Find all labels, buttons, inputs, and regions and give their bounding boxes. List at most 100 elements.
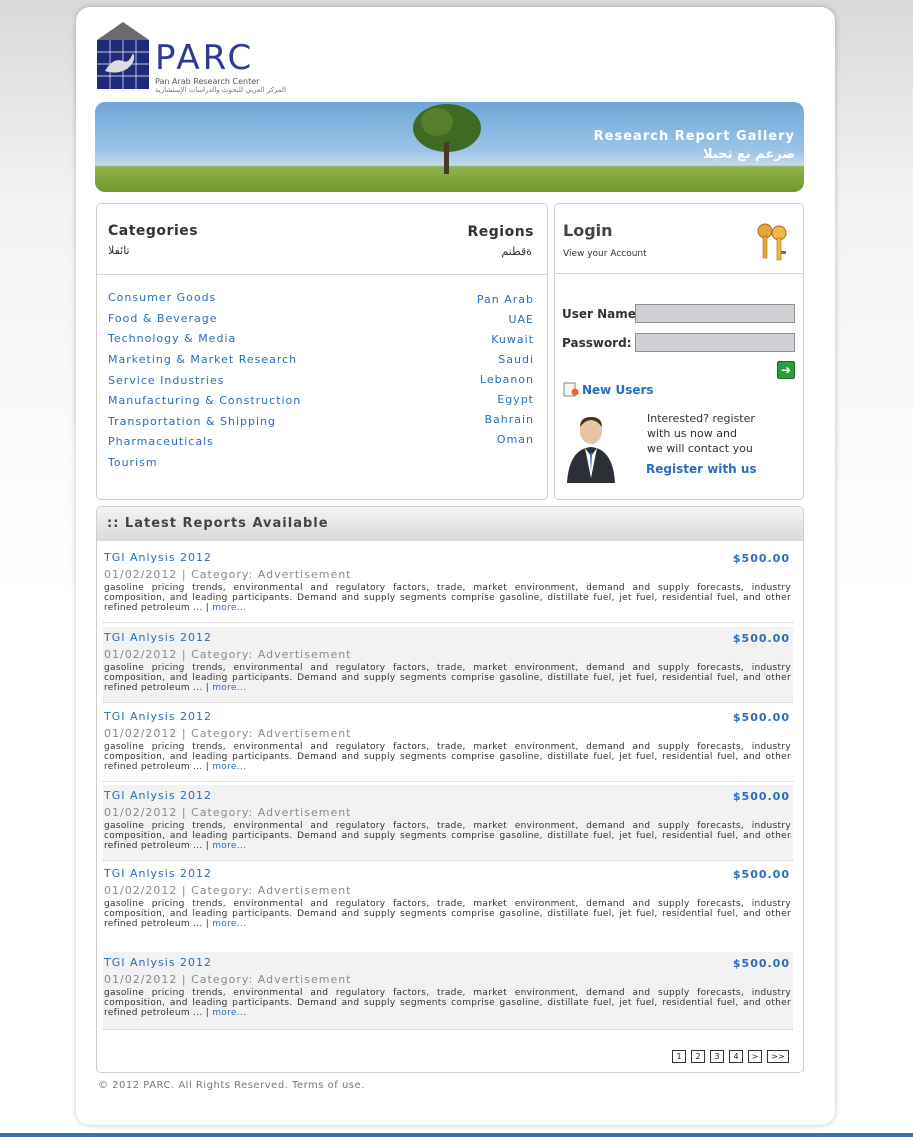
region-oman[interactable]: Oman bbox=[497, 433, 534, 446]
logo-subtitle-arabic: المركز العربي للبحوث والدراسات الإستشاري… bbox=[155, 86, 286, 94]
category-tourism[interactable]: Tourism bbox=[108, 456, 158, 469]
password-label: Password: bbox=[562, 336, 632, 350]
username-input[interactable] bbox=[635, 304, 795, 323]
report-meta: 01/02/2012 | Category: Advertisement bbox=[104, 973, 352, 986]
report-item: TGI Anlysis 2012 $500.00 01/02/2012 | Ca… bbox=[103, 547, 793, 623]
report-title-link[interactable]: TGI Anlysis 2012 bbox=[104, 789, 212, 802]
report-description: gasoline pricing trends, environmental a… bbox=[104, 988, 791, 1018]
report-meta: 01/02/2012 | Category: Advertisement bbox=[104, 884, 352, 897]
report-more-link[interactable]: more... bbox=[212, 1008, 246, 1018]
report-meta: 01/02/2012 | Category: Advertisement bbox=[104, 648, 352, 661]
category-pharmaceuticals[interactable]: Pharmaceuticals bbox=[108, 435, 214, 448]
report-more-link[interactable]: more... bbox=[212, 919, 246, 929]
bottom-accent-bar bbox=[0, 1133, 913, 1137]
region-pan-arab[interactable]: Pan Arab bbox=[477, 293, 534, 306]
logo-wordmark: PARC bbox=[155, 38, 255, 78]
pagination: 1 2 3 4 > >> bbox=[672, 1050, 792, 1063]
report-item: TGI Anlysis 2012 $500.00 01/02/2012 | Ca… bbox=[103, 952, 793, 1030]
keys-icon bbox=[757, 223, 787, 261]
page-4-button[interactable]: 4 bbox=[729, 1050, 743, 1063]
report-price: $500.00 bbox=[732, 790, 790, 803]
report-description-text: gasoline pricing trends, environmental a… bbox=[104, 899, 791, 929]
categories-heading-arabic: تائفلا bbox=[108, 244, 130, 257]
report-price: $500.00 bbox=[732, 711, 790, 724]
report-item: TGI Anlysis 2012 $500.00 01/02/2012 | Ca… bbox=[103, 627, 793, 703]
parc-logo[interactable]: PARC Pan Arab Research Center المركز الع… bbox=[95, 21, 286, 94]
password-input[interactable] bbox=[635, 333, 795, 352]
report-title-link[interactable]: TGI Anlysis 2012 bbox=[104, 710, 212, 723]
logo-subtitle: Pan Arab Research Center bbox=[155, 77, 260, 86]
region-lebanon[interactable]: Lebanon bbox=[480, 373, 534, 386]
logo-house-map-icon bbox=[97, 22, 149, 89]
report-more-link[interactable]: more... bbox=[212, 841, 246, 851]
category-transportation-shipping[interactable]: Transportation & Shipping bbox=[108, 415, 276, 428]
report-meta: 01/02/2012 | Category: Advertisement bbox=[104, 806, 352, 819]
report-item: TGI Anlysis 2012 $500.00 01/02/2012 | Ca… bbox=[103, 863, 793, 953]
report-price: $500.00 bbox=[732, 957, 790, 970]
categories-panel: Categories تائفلا Regions ةقطنم Consumer… bbox=[96, 203, 548, 500]
login-subtitle: View your Account bbox=[563, 249, 647, 259]
category-marketing-research[interactable]: Marketing & Market Research bbox=[108, 353, 297, 366]
reports-header: :: Latest Reports Available bbox=[97, 507, 803, 541]
report-description: gasoline pricing trends, environmental a… bbox=[104, 583, 791, 613]
report-description-text: gasoline pricing trends, environmental a… bbox=[104, 821, 791, 851]
register-link[interactable]: Register with us bbox=[646, 462, 757, 476]
region-uae[interactable]: UAE bbox=[508, 313, 534, 326]
regions-heading: Regions bbox=[467, 224, 534, 240]
region-bahrain[interactable]: Bahrain bbox=[484, 413, 534, 426]
page-2-button[interactable]: 2 bbox=[691, 1050, 705, 1063]
category-consumer-goods[interactable]: Consumer Goods bbox=[108, 291, 216, 304]
register-invite-text: Interested? register with us now and we … bbox=[647, 411, 755, 456]
category-service-industries[interactable]: Service Industries bbox=[108, 374, 224, 387]
report-item: TGI Anlysis 2012 $500.00 01/02/2012 | Ca… bbox=[103, 785, 793, 861]
report-more-link[interactable]: more... bbox=[212, 603, 246, 613]
category-manufacturing-construction[interactable]: Manufacturing & Construction bbox=[108, 394, 301, 407]
report-title-link[interactable]: TGI Anlysis 2012 bbox=[104, 551, 212, 564]
new-users-link[interactable]: New Users bbox=[582, 383, 654, 397]
login-submit-arrow-icon[interactable]: ➜ bbox=[777, 361, 795, 379]
register-invite-line-2: with us now and bbox=[647, 427, 737, 440]
region-egypt[interactable]: Egypt bbox=[497, 393, 534, 406]
report-title-link[interactable]: TGI Anlysis 2012 bbox=[104, 956, 212, 969]
header-banner: Research Report Gallery ضرعم نع ثحبلا bbox=[95, 102, 804, 192]
report-description-text: gasoline pricing trends, environmental a… bbox=[104, 583, 791, 613]
report-title-link[interactable]: TGI Anlysis 2012 bbox=[104, 867, 212, 880]
report-price: $500.00 bbox=[732, 632, 790, 645]
reports-heading: :: Latest Reports Available bbox=[107, 516, 329, 531]
latest-reports-panel: :: Latest Reports Available TGI Anlysis … bbox=[96, 506, 804, 1073]
banner-title: Research Report Gallery bbox=[593, 129, 795, 144]
region-saudi[interactable]: Saudi bbox=[498, 353, 534, 366]
username-label: User Name: bbox=[562, 307, 641, 321]
last-page-button[interactable]: >> bbox=[767, 1050, 789, 1063]
page-container: PARC Pan Arab Research Center المركز الع… bbox=[76, 7, 835, 1125]
report-more-link[interactable]: more... bbox=[212, 762, 246, 772]
report-price: $500.00 bbox=[732, 868, 790, 881]
login-divider bbox=[555, 273, 803, 274]
region-kuwait[interactable]: Kuwait bbox=[491, 333, 534, 346]
report-description: gasoline pricing trends, environmental a… bbox=[104, 663, 791, 693]
next-page-button[interactable]: > bbox=[748, 1050, 762, 1063]
page-1-button[interactable]: 1 bbox=[672, 1050, 686, 1063]
tree-image bbox=[413, 104, 481, 174]
categories-heading: Categories bbox=[108, 223, 199, 239]
register-invite-line-1: Interested? register bbox=[647, 412, 755, 425]
report-title-link[interactable]: TGI Anlysis 2012 bbox=[104, 631, 212, 644]
report-description: gasoline pricing trends, environmental a… bbox=[104, 821, 791, 851]
banner-subtitle-arabic: ضرعم نع ثحبلا bbox=[703, 147, 795, 162]
regions-heading-arabic: ةقطنم bbox=[501, 245, 532, 258]
panel-divider bbox=[97, 274, 547, 275]
report-price: $500.00 bbox=[732, 552, 790, 565]
login-panel: Login View your Account User Name: Passw… bbox=[554, 203, 804, 500]
report-meta: 01/02/2012 | Category: Advertisement bbox=[104, 727, 352, 740]
report-description-text: gasoline pricing trends, environmental a… bbox=[104, 742, 791, 772]
report-description: gasoline pricing trends, environmental a… bbox=[104, 742, 791, 772]
category-food-beverage[interactable]: Food & Beverage bbox=[108, 312, 218, 325]
register-invite-line-3: we will contact you bbox=[647, 442, 753, 455]
report-more-link[interactable]: more... bbox=[212, 683, 246, 693]
footer-copyright: © 2012 PARC. All Rights Reserved. Terms … bbox=[98, 1080, 365, 1091]
page-3-button[interactable]: 3 bbox=[710, 1050, 724, 1063]
category-technology-media[interactable]: Technology & Media bbox=[108, 332, 236, 345]
report-description: gasoline pricing trends, environmental a… bbox=[104, 899, 791, 929]
new-user-icon bbox=[563, 382, 579, 397]
user-avatar-icon bbox=[567, 417, 615, 483]
